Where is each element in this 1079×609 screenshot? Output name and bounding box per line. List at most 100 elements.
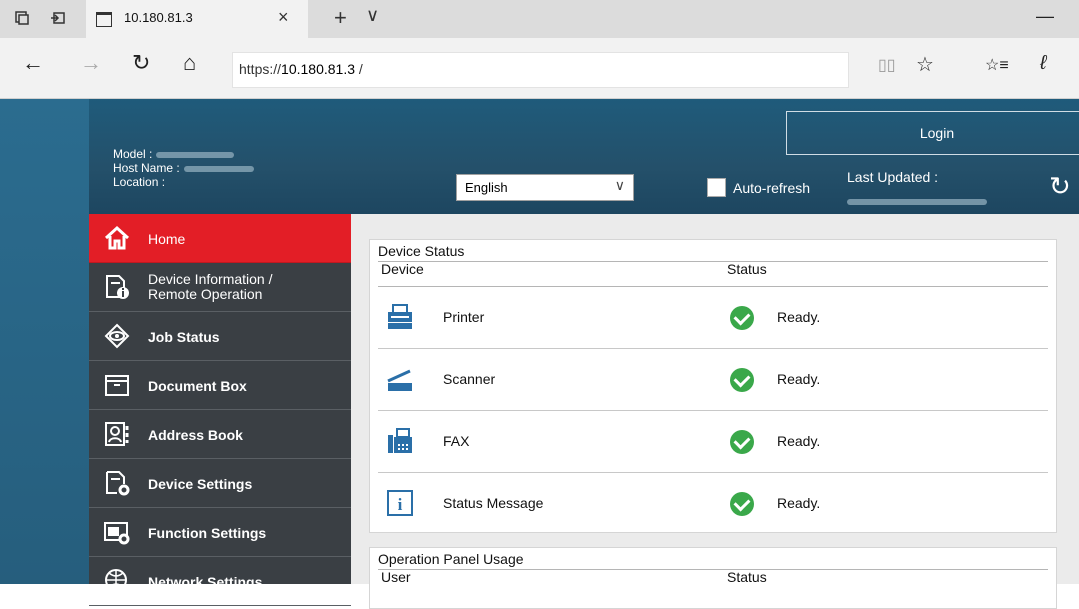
device-info-labels: Model : Host Name : Location : — [113, 147, 254, 189]
operation-panel-title: Operation Panel Usage — [378, 551, 524, 567]
network-icon — [105, 569, 127, 591]
sidebar-item-network-settings[interactable]: Network Settings — [89, 557, 351, 606]
sidebar-item-device-information[interactable]: Device Information / Remote Operation — [89, 263, 351, 312]
web-notes-icon[interactable]: ℓ — [1040, 52, 1046, 75]
login-button[interactable]: Login — [786, 111, 1079, 155]
column-header-status: Status — [727, 261, 767, 277]
url-text: https://10.180.81.3 / — [239, 61, 363, 77]
minimize-button[interactable]: — — [1036, 6, 1054, 27]
operation-panel-usage-panel: Operation Panel Usage User Status — [369, 547, 1057, 609]
label-line-1: Device Information / — [148, 271, 273, 287]
tab-title: 10.180.81.3 — [124, 10, 193, 25]
browser-tab-bar: 10.180.81.3 × + ∨ — — [0, 0, 1079, 38]
column-header-user: User — [381, 569, 411, 585]
auto-refresh-checkbox[interactable] — [707, 178, 726, 197]
device-settings-icon — [106, 471, 130, 496]
title-divider — [378, 261, 1048, 262]
set-tabs-aside-icon[interactable] — [50, 10, 66, 26]
svg-text:i: i — [398, 495, 403, 514]
location-label: Location : — [113, 175, 166, 189]
sidebar-item-function-settings[interactable]: Function Settings — [89, 508, 351, 557]
tab-actions-icon[interactable] — [14, 10, 30, 26]
table-row: Scanner Ready. — [378, 349, 1048, 411]
sidebar-item-label: Address Book — [148, 427, 243, 443]
sidebar-item-label: Device Information / Remote Operation — [148, 272, 273, 302]
table-row: Printer Ready. — [378, 287, 1048, 349]
chevron-down-icon: ∨ — [614, 177, 625, 193]
label-line-2: Remote Operation — [148, 286, 263, 302]
eye-icon — [104, 323, 130, 349]
host-name-label: Host Name : — [113, 161, 180, 175]
sidebar-item-home[interactable]: Home — [89, 214, 351, 263]
url-host: 10.180.81.3 — [281, 61, 355, 77]
device-name: Scanner — [443, 371, 496, 387]
refresh-icon[interactable]: ↻ — [132, 52, 150, 74]
favorite-star-icon[interactable]: ☆ — [916, 52, 934, 77]
tab-list-chevron-icon[interactable]: ∨ — [366, 5, 379, 26]
column-header-device: Device — [381, 261, 424, 277]
page-icon — [96, 12, 112, 27]
device-status: Ready. — [777, 433, 821, 449]
sidebar-item-device-settings[interactable]: Device Settings — [89, 459, 351, 508]
box-icon — [105, 375, 129, 396]
close-tab-icon[interactable]: × — [278, 7, 289, 28]
device-name: Printer — [443, 309, 485, 325]
browser-nav-bar: ← → ↻ ⌂ https://10.180.81.3 / ▯▯ ☆ ☆≡ ℓ — [0, 38, 1079, 99]
forward-icon[interactable]: → — [80, 52, 102, 74]
sidebar-item-document-box[interactable]: Document Box — [89, 361, 351, 410]
home-icon — [104, 225, 130, 250]
title-divider — [378, 569, 1048, 570]
browser-tab[interactable]: 10.180.81.3 × — [86, 0, 308, 38]
sidebar-item-label: Home — [148, 231, 186, 247]
url-path: / — [355, 61, 363, 77]
page-header: Model : Host Name : Location : Login Eng… — [89, 99, 1079, 214]
column-header-status: Status — [727, 569, 767, 585]
url-scheme: https:// — [239, 61, 282, 77]
main-content: Device Status Device Status Printer Read… — [351, 214, 1079, 609]
sidebar-item-label: Job Status — [148, 329, 220, 345]
model-label: Model : — [113, 147, 153, 161]
web-page: Model : Host Name : Location : Login Eng… — [0, 99, 1079, 609]
ready-check-icon — [730, 492, 754, 516]
printer-icon — [388, 304, 412, 329]
scanner-icon — [387, 369, 412, 391]
reading-view-icon[interactable]: ▯▯ — [878, 55, 896, 75]
sidebar-item-label: Device Settings — [148, 476, 253, 492]
back-icon[interactable]: ← — [22, 52, 44, 74]
device-info-icon — [106, 275, 129, 299]
new-tab-button[interactable]: + — [334, 5, 347, 31]
page-left-margin — [0, 99, 89, 584]
last-updated-label: Last Updated : — [847, 169, 939, 185]
device-status-panel: Device Status Device Status Printer Read… — [369, 239, 1057, 533]
sidebar-item-label: Document Box — [148, 378, 247, 394]
last-updated-redacted-value — [847, 193, 987, 211]
table-row: FAX Ready. — [378, 411, 1048, 473]
ready-check-icon — [730, 430, 754, 454]
ready-check-icon — [730, 306, 754, 330]
page-refresh-icon[interactable]: ↻ — [1049, 171, 1071, 202]
auto-refresh-label: Auto-refresh — [733, 180, 811, 196]
info-icon: i — [387, 490, 413, 516]
address-bar[interactable]: https://10.180.81.3 / — [232, 52, 849, 88]
sidebar-item-address-book[interactable]: Address Book — [89, 410, 351, 459]
host-redacted-value — [183, 165, 254, 172]
function-settings-icon — [104, 522, 130, 545]
device-status: Ready. — [777, 371, 821, 387]
sidebar: Home Device Information / Remote Operatio… — [89, 214, 351, 606]
table-row: i Status Message Ready. — [378, 473, 1048, 534]
model-redacted-value — [156, 151, 235, 158]
fax-icon — [388, 428, 412, 453]
home-browser-icon[interactable]: ⌂ — [183, 52, 196, 74]
language-value: English — [465, 180, 508, 195]
device-status: Ready. — [777, 495, 821, 511]
device-status-title: Device Status — [378, 243, 465, 259]
language-select[interactable]: English ∨ — [456, 174, 634, 201]
device-name: FAX — [443, 433, 470, 449]
device-name: Status Message — [443, 495, 544, 511]
sidebar-item-job-status[interactable]: Job Status — [89, 312, 351, 361]
sidebar-item-label: Network Settings — [148, 574, 263, 590]
favorites-hub-icon[interactable]: ☆≡ — [985, 55, 1009, 75]
sidebar-item-label: Function Settings — [148, 525, 267, 541]
address-book-icon — [105, 422, 129, 446]
ready-check-icon — [730, 368, 754, 392]
